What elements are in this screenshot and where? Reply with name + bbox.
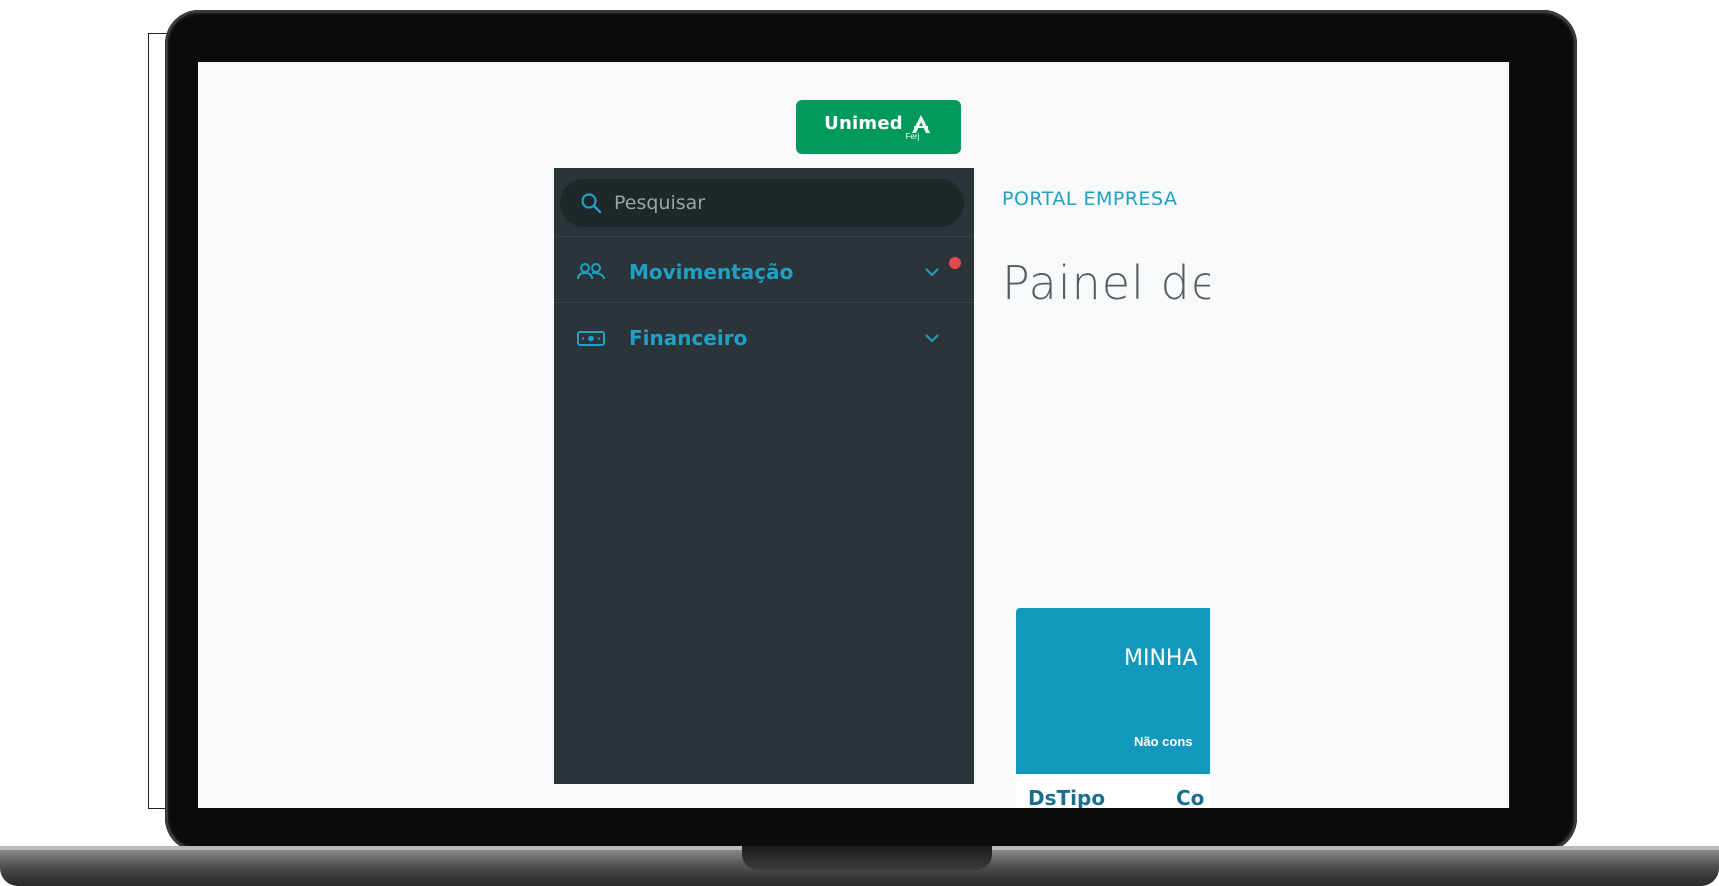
- sidebar-item-movimentacao[interactable]: Movimentação: [554, 236, 974, 307]
- table-header: DsTipo Co: [1016, 774, 1210, 808]
- page-title: Painel de: [1002, 256, 1210, 310]
- users-icon: [577, 263, 605, 280]
- card-title: MINHA: [1124, 646, 1198, 671]
- sidebar: Movimentação Financeiro: [554, 168, 974, 784]
- sidebar-item-label: Movimentação: [629, 260, 794, 284]
- sidebar-item-label: Financeiro: [629, 326, 748, 350]
- search-input[interactable]: [612, 191, 936, 215]
- column-header-dstipo[interactable]: DsTipo: [1028, 786, 1105, 808]
- chevron-down-icon[interactable]: [924, 267, 940, 277]
- sidebar-item-financeiro[interactable]: Financeiro: [554, 302, 974, 373]
- breadcrumb[interactable]: PORTAL EMPRESA: [1002, 188, 1177, 210]
- screen-divider: [1509, 62, 1510, 808]
- search-box[interactable]: [560, 179, 964, 227]
- logo-row: Unimed: [824, 113, 933, 134]
- summary-card: MINHA Não cons: [1016, 608, 1210, 774]
- logo-subtitle: Ferj: [905, 132, 920, 141]
- unimed-logo[interactable]: Unimed Ferj: [796, 100, 961, 154]
- money-icon: [577, 331, 605, 346]
- column-header-co[interactable]: Co: [1176, 786, 1204, 808]
- laptop-screen: Unimed Ferj Movimentação: [198, 62, 1510, 808]
- chevron-down-icon[interactable]: [924, 333, 940, 343]
- notification-dot: [949, 257, 961, 269]
- search-icon: [581, 193, 602, 214]
- card-subtitle: Não cons: [1134, 734, 1193, 749]
- main-content: PORTAL EMPRESA Painel de MINHA Não cons …: [974, 168, 1210, 808]
- laptop-notch: [742, 846, 992, 870]
- unimed-tree-icon: [911, 114, 930, 133]
- logo-name: Unimed: [824, 113, 903, 134]
